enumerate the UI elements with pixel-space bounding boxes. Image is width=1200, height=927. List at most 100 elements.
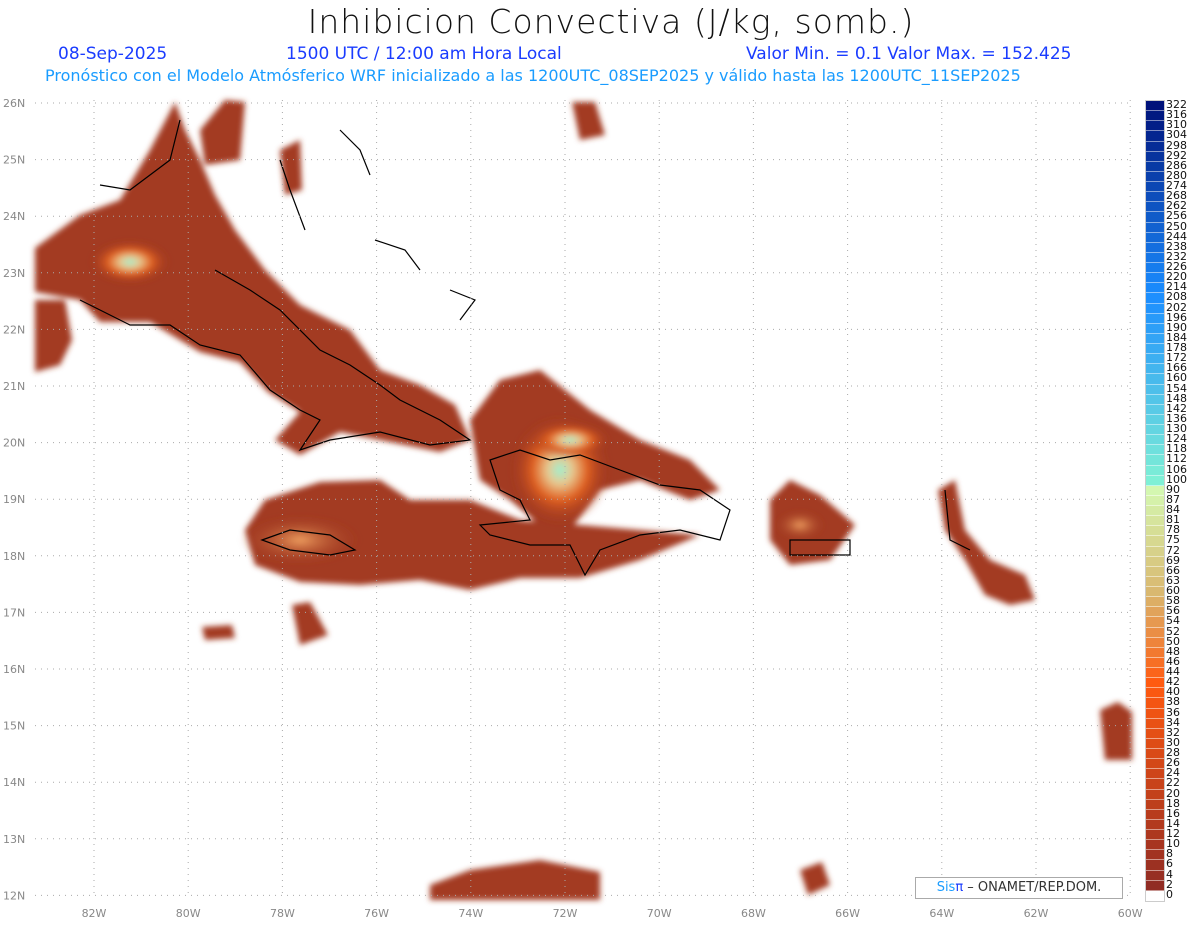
colorbar-swatch [1146, 485, 1164, 496]
colorbar-swatch [1146, 283, 1164, 294]
colorbar-swatch [1146, 728, 1164, 739]
colorbar-swatch [1146, 566, 1164, 577]
colorbar-swatch [1146, 131, 1164, 142]
lat-label: 25N [3, 154, 25, 167]
colorbar-swatch [1146, 111, 1164, 122]
colorbar-swatch [1146, 263, 1164, 274]
colorbar-swatch [1146, 556, 1164, 567]
brand-pi: π [955, 880, 964, 895]
lat-label: 18N [3, 550, 25, 563]
colorbar-swatch [1146, 880, 1164, 891]
colorbar-swatch [1146, 819, 1164, 830]
colorbar-swatch [1146, 526, 1164, 537]
colorbar-swatch [1146, 495, 1164, 506]
colorbar-labels: 322 316 310 304 298 292 286 280 274 268 262 256 250 2… [1166, 99, 1187, 900]
colorbar-swatch [1146, 738, 1164, 749]
lat-label: 12N [3, 889, 25, 902]
colorbar-swatch [1146, 101, 1164, 112]
colorbar-swatch [1146, 445, 1164, 456]
lon-label: 62W [1024, 907, 1049, 920]
colorbar-swatch [1146, 678, 1164, 689]
colorbar-swatch [1146, 576, 1164, 587]
lon-label: 72W [553, 907, 578, 920]
lat-label: 24N [3, 210, 25, 223]
colorbar-swatch [1146, 374, 1164, 385]
lat-label: 26N [3, 97, 25, 110]
lon-label: 80W [176, 907, 201, 920]
colorbar-swatch [1146, 759, 1164, 770]
lat-label: 20N [3, 437, 25, 450]
colorbar-swatch [1146, 161, 1164, 172]
colorbar-swatch [1146, 607, 1164, 618]
colorbar-swatch [1146, 769, 1164, 780]
colorbar-swatch [1146, 536, 1164, 547]
lat-label: 13N [3, 833, 25, 846]
colorbar-swatch [1146, 840, 1164, 851]
credit-box: Sisπ – ONAMET/REP.DOM. [915, 877, 1123, 899]
colorbar-swatch [1146, 516, 1164, 527]
lon-label: 70W [647, 907, 672, 920]
colorbar-swatch [1146, 192, 1164, 203]
colorbar-swatch [1146, 668, 1164, 679]
colorbar-swatch [1146, 273, 1164, 284]
lat-label: 16N [3, 663, 25, 676]
lat-label: 14N [3, 776, 25, 789]
colorbar-swatch [1146, 212, 1164, 223]
colorbar-swatch [1146, 465, 1164, 476]
colorbar-swatch [1146, 688, 1164, 699]
colorbar-swatch [1146, 779, 1164, 790]
colorbar-swatch [1146, 435, 1164, 446]
colorbar-swatch [1146, 171, 1164, 182]
colorbar-swatch [1146, 749, 1164, 760]
colorbar-swatch [1146, 303, 1164, 314]
colorbar-swatch [1146, 222, 1164, 233]
colorbar-swatch [1146, 799, 1164, 810]
colorbar-swatch [1146, 293, 1164, 304]
colorbar-swatch [1146, 830, 1164, 841]
colorbar-swatch [1146, 202, 1164, 213]
colorbar-swatch [1146, 414, 1164, 425]
colorbar-swatch [1146, 384, 1164, 395]
lon-label: 68W [741, 907, 766, 920]
colorbar-swatch [1146, 425, 1164, 436]
colorbar-swatch [1146, 323, 1164, 334]
colorbar-swatch [1146, 394, 1164, 405]
lon-label: 74W [458, 907, 483, 920]
lat-label: 17N [3, 606, 25, 619]
lat-label: 23N [3, 267, 25, 280]
colorbar-swatch [1146, 637, 1164, 648]
lat-label: 21N [3, 380, 25, 393]
lon-label: 78W [270, 907, 295, 920]
colorbar-swatch [1146, 141, 1164, 152]
colorbar-swatch [1146, 404, 1164, 415]
brand-sis: Sis [936, 880, 956, 895]
cin-map: 82W 80W 78W 76W 74W 72W 70W 68W 66W 64W 62W 60W 26N 2… [3, 97, 1143, 920]
colorbar-swatch [1146, 344, 1164, 355]
colorbar-swatch [1146, 627, 1164, 638]
colorbar-swatch [1146, 597, 1164, 608]
lat-label: 19N [3, 493, 25, 506]
colorbar-swatch [1146, 364, 1164, 375]
lat-label: 15N [3, 720, 25, 733]
colorbar [1145, 100, 1165, 902]
colorbar-swatch [1146, 546, 1164, 557]
colorbar-swatch [1146, 506, 1164, 517]
colorbar-swatch [1146, 890, 1164, 901]
colorbar-swatch [1146, 333, 1164, 344]
colorbar-swatch [1146, 617, 1164, 628]
colorbar-swatch [1146, 708, 1164, 719]
colorbar-swatch [1146, 252, 1164, 263]
colorbar-swatch [1146, 657, 1164, 668]
colorbar-swatch [1146, 860, 1164, 871]
colorbar-swatch [1146, 313, 1164, 324]
colorbar-swatch [1146, 151, 1164, 162]
colorbar-swatch [1146, 455, 1164, 466]
lon-label: 76W [364, 907, 389, 920]
colorbar-swatch [1146, 850, 1164, 861]
colorbar-swatch [1146, 789, 1164, 800]
lon-label: 60W [1118, 907, 1143, 920]
colorbar-swatch [1146, 647, 1164, 658]
lon-label: 82W [82, 907, 107, 920]
colorbar-swatch [1146, 809, 1164, 820]
colorbar-swatch [1146, 182, 1164, 193]
